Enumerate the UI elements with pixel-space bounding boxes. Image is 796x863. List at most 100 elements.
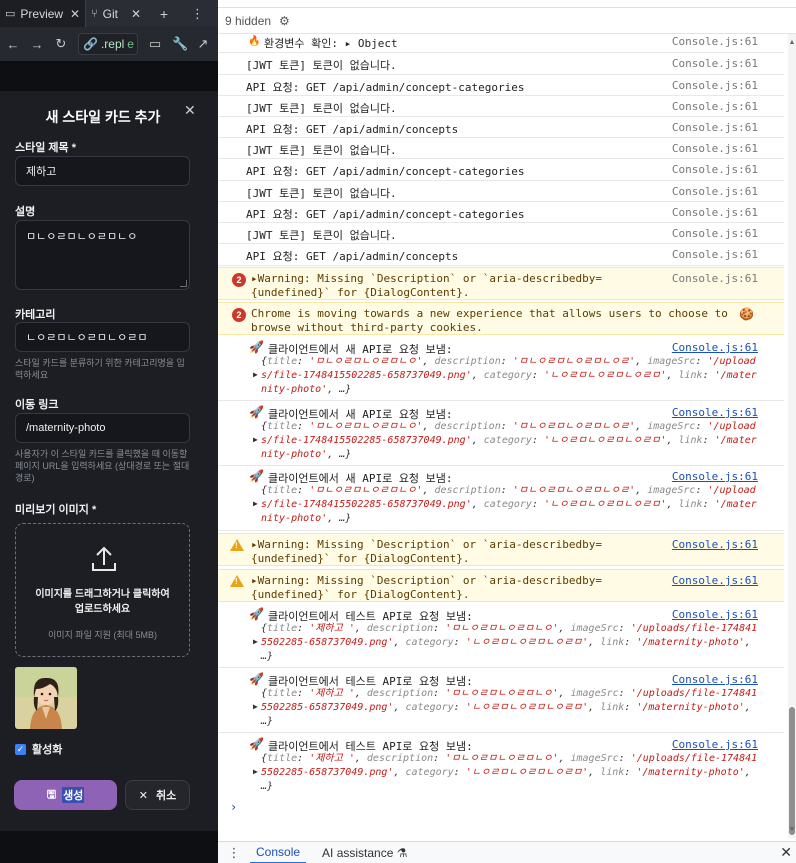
scroll-up-icon[interactable]: ▲ bbox=[788, 39, 796, 46]
active-toggle-row[interactable]: ✓ 활성화 bbox=[15, 741, 62, 757]
console-prompt-icon[interactable]: › bbox=[230, 800, 237, 814]
console-row[interactable]: [JWT 토큰] 토큰이 없습니다. Console.js:61 bbox=[218, 138, 784, 159]
console-source[interactable]: Console.js:61 bbox=[672, 100, 758, 113]
console-source[interactable]: Console.js:61 bbox=[672, 57, 758, 70]
git-branch-icon: ⑂ bbox=[91, 7, 98, 20]
expand-triangle-icon[interactable]: ▶ bbox=[253, 767, 258, 776]
console-object-row[interactable]: 🚀 클라이언트에서 테스트 API로 요청 보냄: Console.js:61 … bbox=[218, 604, 784, 668]
console-row[interactable]: [JWT 토큰] 토큰이 없습니다. Console.js:61 bbox=[218, 96, 784, 117]
console-log[interactable]: 🔥 환경변수 확인: ▸ Object Console.js:61 [JWT 토… bbox=[218, 34, 786, 838]
back-arrow-icon[interactable]: ← bbox=[6, 37, 20, 52]
devices-icon[interactable]: ▭ bbox=[148, 36, 162, 52]
console-source[interactable]: Console.js:61 bbox=[672, 406, 758, 419]
console-warning-row[interactable]: ▸Warning: Missing `Description` or `aria… bbox=[218, 569, 784, 602]
url-bar[interactable]: 🔗 .repl e bbox=[78, 33, 138, 55]
console-source[interactable]: Console.js:61 bbox=[672, 35, 758, 48]
close-icon[interactable]: ✕ bbox=[70, 7, 80, 21]
rocket-icon: 🚀 bbox=[249, 405, 264, 419]
console-source[interactable]: Console.js:61 bbox=[672, 79, 758, 92]
console-error-row[interactable]: 2 ▸Warning: Missing `Description` or `ar… bbox=[218, 267, 784, 300]
cookie-icon[interactable]: 🍪 bbox=[739, 307, 754, 321]
console-message: API 요청: GET /api/admin/concept-categorie… bbox=[246, 208, 525, 221]
console-row[interactable]: [JWT 토큰] 토큰이 없습니다. Console.js:61 bbox=[218, 53, 784, 75]
console-source[interactable]: Console.js:61 bbox=[672, 142, 758, 155]
active-checkbox[interactable]: ✓ bbox=[15, 743, 26, 755]
description-textarea[interactable]: ㅁㄴㅇㄹㅁㄴㅇㄹㅁㄴㅇ bbox=[15, 220, 190, 290]
console-source[interactable]: Console.js:61 bbox=[672, 738, 758, 751]
scroll-down-icon[interactable]: ▼ bbox=[788, 826, 796, 833]
console-source[interactable]: Console.js:61 bbox=[672, 227, 758, 240]
tab-console[interactable]: Console bbox=[250, 842, 307, 863]
expand-triangle-icon[interactable]: ▶ bbox=[253, 499, 258, 508]
console-source[interactable]: Console.js:61 bbox=[672, 185, 758, 198]
console-object-row[interactable]: 🚀 클라이언트에서 테스트 API로 요청 보냄: Console.js:61 … bbox=[218, 669, 784, 733]
console-source[interactable]: Console.js:61 bbox=[672, 574, 758, 587]
forward-arrow-icon[interactable]: → bbox=[30, 37, 44, 52]
console-source[interactable]: Console.js:61 bbox=[672, 470, 758, 483]
console-object-row[interactable]: 🚀 클라이언트에서 새 API로 요청 보냄: Console.js:61 ▶ … bbox=[218, 402, 784, 466]
link-input[interactable]: /maternity-photo bbox=[15, 413, 190, 443]
expand-triangle-icon[interactable]: ▶ bbox=[253, 637, 258, 646]
console-source[interactable]: Console.js:61 bbox=[672, 163, 758, 176]
tab-git[interactable]: ⑂ Git ✕ bbox=[86, 0, 146, 27]
style-title-input[interactable]: 제하고 bbox=[15, 156, 190, 186]
add-tab-icon[interactable]: + bbox=[154, 6, 174, 22]
console-row[interactable]: [JWT 토큰] 토큰이 없습니다. Console.js:61 bbox=[218, 181, 784, 202]
object-preview: {title: 'ㅁㄴㅇㄹㅁㄴㅇㄹㅁㄴㅇ', description: 'ㅁㄴㅇ… bbox=[261, 356, 757, 395]
console-source[interactable]: Console.js:61 bbox=[672, 121, 758, 134]
console-source[interactable]: Console.js:61 bbox=[672, 538, 758, 551]
console-source[interactable]: Console.js:61 bbox=[672, 272, 758, 285]
console-message: API 요청: GET /api/admin/concepts bbox=[246, 250, 459, 263]
console-source[interactable]: Console.js:61 bbox=[672, 608, 758, 621]
replit-tab-bar: ▭ Preview ✕ ⑂ Git ✕ + ⋮ bbox=[0, 0, 218, 27]
more-vertical-icon[interactable]: ⋮ bbox=[191, 6, 204, 22]
console-row[interactable]: API 요청: GET /api/admin/concept-categorie… bbox=[218, 75, 784, 96]
expand-triangle-icon[interactable]: ▶ bbox=[253, 435, 258, 444]
console-row[interactable]: [JWT 토큰] 토큰이 없습니다. Console.js:61 bbox=[218, 223, 784, 244]
console-source[interactable]: Console.js:61 bbox=[672, 206, 758, 219]
overlay-band-bottom bbox=[0, 831, 218, 863]
console-row[interactable]: API 요청: GET /api/admin/concepts Console.j… bbox=[218, 117, 784, 138]
rocket-icon: 🚀 bbox=[249, 672, 264, 686]
console-source[interactable]: Console.js:61 bbox=[672, 248, 758, 261]
gear-icon[interactable]: ⚙ bbox=[279, 14, 290, 28]
close-icon[interactable]: ✕ bbox=[131, 7, 141, 21]
console-message: ▸Warning: Missing `Description` or `aria… bbox=[251, 272, 602, 299]
close-icon[interactable]: ✕ bbox=[780, 844, 792, 861]
console-row[interactable]: API 요청: GET /api/admin/concept-categorie… bbox=[218, 202, 784, 223]
more-vertical-icon[interactable]: ⋮ bbox=[218, 845, 250, 861]
console-message: [JWT 토큰] 토큰이 없습니다. bbox=[246, 59, 397, 72]
console-object-row[interactable]: 🚀 클라이언트에서 새 API로 요청 보냄: Console.js:61 ▶ … bbox=[218, 337, 784, 401]
create-button[interactable]: 🖫 생성 bbox=[14, 780, 117, 810]
dialog-close-icon[interactable]: ✕ bbox=[184, 102, 196, 119]
cancel-button[interactable]: ✕ 취소 bbox=[125, 780, 190, 810]
console-warning-row[interactable]: ▸Warning: Missing `Description` or `aria… bbox=[218, 533, 784, 566]
console-object-row[interactable]: 🚀 클라이언트에서 새 API로 요청 보냄: Console.js:61 ▶ … bbox=[218, 466, 784, 531]
url-domain: .repl bbox=[100, 37, 125, 51]
console-row[interactable]: API 요청: GET /api/admin/concept-categorie… bbox=[218, 159, 784, 181]
expand-triangle-icon[interactable]: ▶ bbox=[253, 370, 258, 379]
open-external-icon[interactable]: ↗ bbox=[196, 36, 210, 52]
tab-preview[interactable]: ▭ Preview ✕ bbox=[0, 0, 85, 27]
wrench-icon[interactable]: 🔧 bbox=[172, 36, 188, 52]
console-error-row[interactable]: 2 Chrome is moving towards a new experie… bbox=[218, 302, 784, 335]
expand-triangle-icon[interactable]: ▶ bbox=[253, 702, 258, 711]
console-source[interactable]: Console.js:61 bbox=[672, 673, 758, 686]
style-title-label: 스타일 제목 * bbox=[15, 142, 76, 154]
resize-grip[interactable] bbox=[180, 280, 187, 287]
console-source[interactable]: Console.js:61 bbox=[672, 341, 758, 354]
reload-icon[interactable]: ↻ bbox=[54, 36, 68, 52]
link-helper: 사용자가 이 스타일 카드를 클릭했을 때 이동할 페이지 URL을 입력하세요… bbox=[15, 449, 190, 483]
console-object-row[interactable]: 🚀 클라이언트에서 테스트 API로 요청 보냄: Console.js:61 … bbox=[218, 734, 784, 798]
scrollbar-thumb[interactable] bbox=[789, 707, 795, 835]
overlay-band bbox=[0, 61, 218, 91]
console-row[interactable]: 🔥 환경변수 확인: ▸ Object Console.js:61 bbox=[218, 34, 784, 53]
category-input[interactable]: ㄴㅇㄹㅁㄴㅇㄹㅁㄴㅇㄹㅁ bbox=[15, 322, 190, 352]
image-dropzone[interactable]: 이미지를 드래그하거나 클릭하여 업로드하세요 이미지 파일 지원 (최대 5M… bbox=[15, 523, 190, 657]
console-row[interactable]: API 요청: GET /api/admin/concepts Console.j… bbox=[218, 244, 784, 266]
hidden-count[interactable]: 9 hidden bbox=[225, 14, 271, 28]
tab-ai-assistance[interactable]: AI assistance ⚗ bbox=[322, 846, 407, 860]
preview-nav-bar: ← → ↻ 🔗 .repl e ▭ 🔧 ↗ bbox=[0, 27, 218, 61]
console-scrollbar[interactable]: ▲ ▼ bbox=[788, 34, 796, 838]
rocket-icon: 🚀 bbox=[249, 737, 264, 751]
